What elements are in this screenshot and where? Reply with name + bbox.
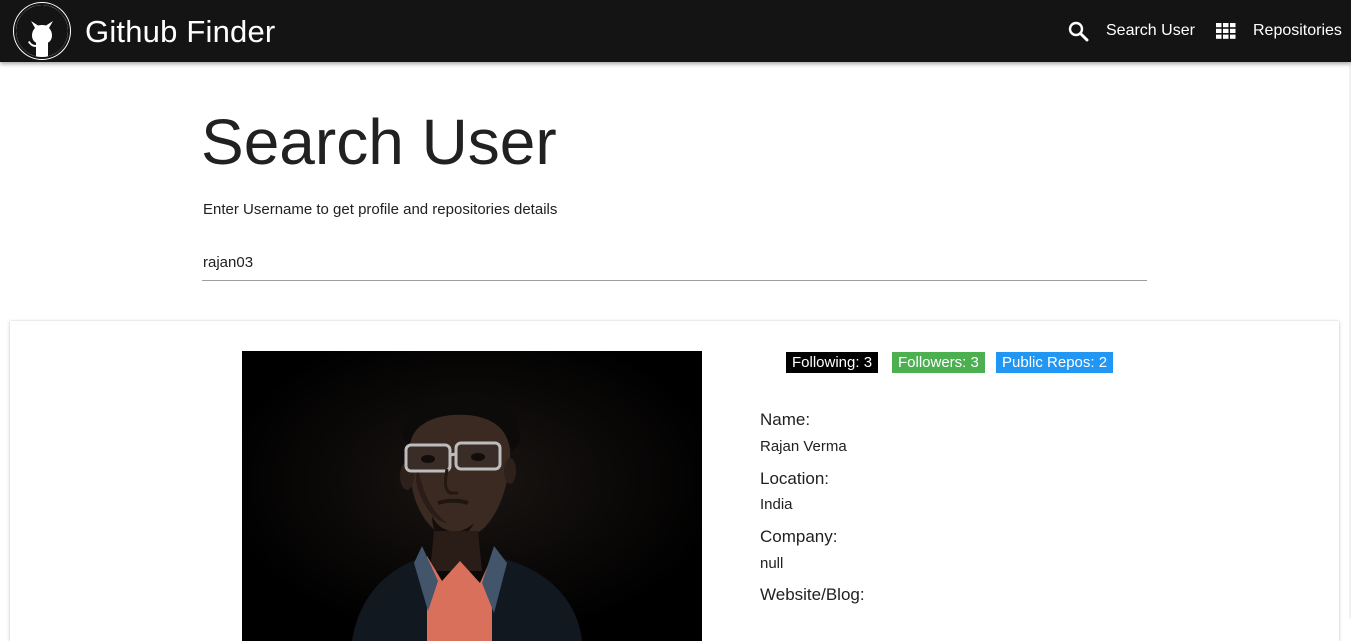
github-logo-icon[interactable] — [14, 3, 70, 59]
followers-badge: Followers: 3 — [892, 352, 985, 373]
page-title: Search User — [201, 106, 557, 178]
nav-repositories-label: Repositories — [1253, 22, 1342, 39]
nav-search-user[interactable]: Search User — [1068, 0, 1195, 62]
search-icon — [1068, 21, 1089, 42]
nav-repositories[interactable]: Repositories — [1216, 0, 1342, 62]
public-repos-badge: Public Repos: 2 — [996, 352, 1114, 373]
grid-icon — [1216, 23, 1236, 39]
company-label: Company: — [760, 527, 838, 546]
name-value: Rajan Verma — [760, 438, 847, 455]
profile-card: Following: 3 Followers: 3 Public Repos: … — [10, 321, 1339, 641]
company-value: null — [760, 555, 784, 572]
nav-search-user-label: Search User — [1106, 22, 1195, 39]
following-badge: Following: 3 — [786, 352, 879, 373]
location-value: India — [760, 496, 793, 513]
top-navbar: Github Finder Search User Repositories — [0, 0, 1351, 62]
website-label: Website/Blog: — [760, 585, 865, 604]
name-label: Name: — [760, 410, 811, 429]
brand-title[interactable]: Github Finder — [85, 12, 275, 52]
page-subtitle: Enter Username to get profile and reposi… — [203, 201, 558, 218]
username-search-input[interactable] — [202, 244, 1147, 281]
avatar — [242, 351, 702, 641]
location-label: Location: — [760, 469, 829, 488]
